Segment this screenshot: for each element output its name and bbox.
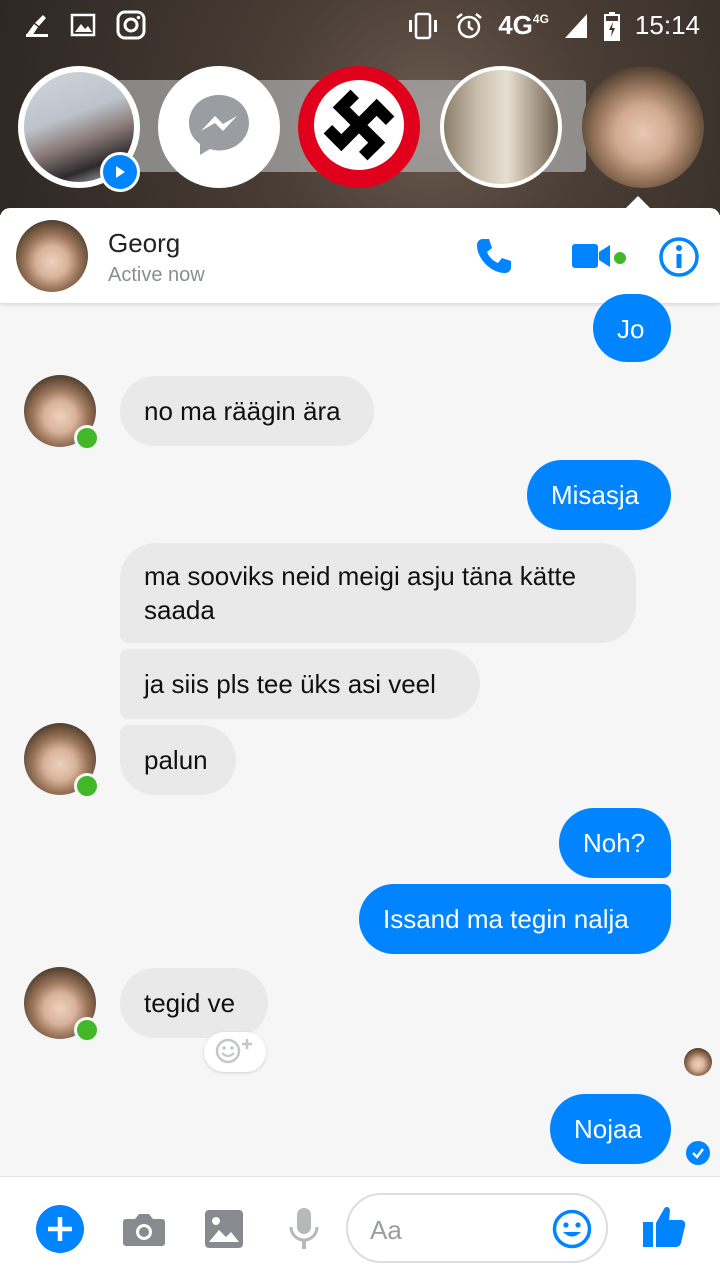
contact-name[interactable]: Georg <box>108 228 180 259</box>
image-notification-icon <box>70 12 96 38</box>
message-bubble-received[interactable]: ja siis pls tee üks asi veel <box>120 649 480 719</box>
camera-icon[interactable] <box>122 1211 166 1252</box>
instagram-icon <box>116 10 146 40</box>
message-composer: Aa <box>0 1176 720 1281</box>
chat-head-messenger[interactable] <box>158 66 280 188</box>
message-input[interactable]: Aa <box>346 1193 608 1263</box>
status-bar: 4G 4G 15:14 <box>0 0 720 52</box>
message-input-placeholder: Aa <box>370 1215 402 1245</box>
plus-icon[interactable] <box>36 1205 84 1258</box>
signal-icon <box>563 12 589 40</box>
message-bubble-received[interactable]: tegid ve <box>120 968 268 1038</box>
battery-charging-icon <box>603 11 621 41</box>
chat-head-georg[interactable] <box>582 66 704 188</box>
message-bubble-sent[interactable]: Nojaa <box>550 1094 671 1164</box>
thumbs-up-icon[interactable] <box>642 1203 686 1254</box>
conversation-header: Georg Active now <box>0 208 720 303</box>
contact-status: Active now <box>108 264 205 286</box>
contact-avatar[interactable] <box>16 220 88 292</box>
add-reaction-button[interactable] <box>204 1032 266 1072</box>
play-icon <box>100 152 140 192</box>
message-bubble-received[interactable]: no ma räägin ära <box>120 376 374 446</box>
online-indicator <box>74 1017 100 1043</box>
network-type: 4G <box>498 10 533 40</box>
message-bubble-received[interactable]: ma sooviks neid meigi asju täna kätte sa… <box>120 543 636 643</box>
add-reaction-icon <box>212 1035 258 1070</box>
delivered-check-icon <box>686 1141 710 1165</box>
online-indicator <box>74 425 100 451</box>
emoji-icon[interactable] <box>552 1209 592 1254</box>
message-bubble-sent[interactable]: Jo <box>593 294 671 362</box>
online-indicator <box>74 773 100 799</box>
red-symbol-avatar-icon <box>298 66 420 188</box>
seen-by-avatar <box>684 1048 712 1076</box>
message-bubble-sent[interactable]: Noh? <box>559 808 671 878</box>
alarm-icon <box>454 11 484 41</box>
message-bubble-sent[interactable]: Issand ma tegin nalja <box>359 884 671 954</box>
info-icon[interactable] <box>658 236 700 283</box>
video-call-icon[interactable] <box>572 240 612 277</box>
vibrate-icon <box>406 11 440 41</box>
microphone-icon[interactable] <box>288 1207 320 1256</box>
chat-head-3[interactable] <box>298 66 420 188</box>
message-bubble-received[interactable]: palun <box>120 725 236 795</box>
messenger-icon <box>183 89 255 166</box>
message-bubble-sent[interactable]: Misasja <box>527 460 671 530</box>
network-type-small: 4G <box>532 12 549 26</box>
chat-heads-bar <box>16 66 716 192</box>
video-available-dot <box>614 252 626 264</box>
clock: 15:14 <box>634 10 700 40</box>
phone-call-icon[interactable] <box>474 236 514 281</box>
gallery-icon[interactable] <box>204 1209 244 1254</box>
chat-head-4[interactable] <box>440 66 562 188</box>
active-head-caret <box>626 196 650 208</box>
cleaner-icon <box>24 12 50 38</box>
